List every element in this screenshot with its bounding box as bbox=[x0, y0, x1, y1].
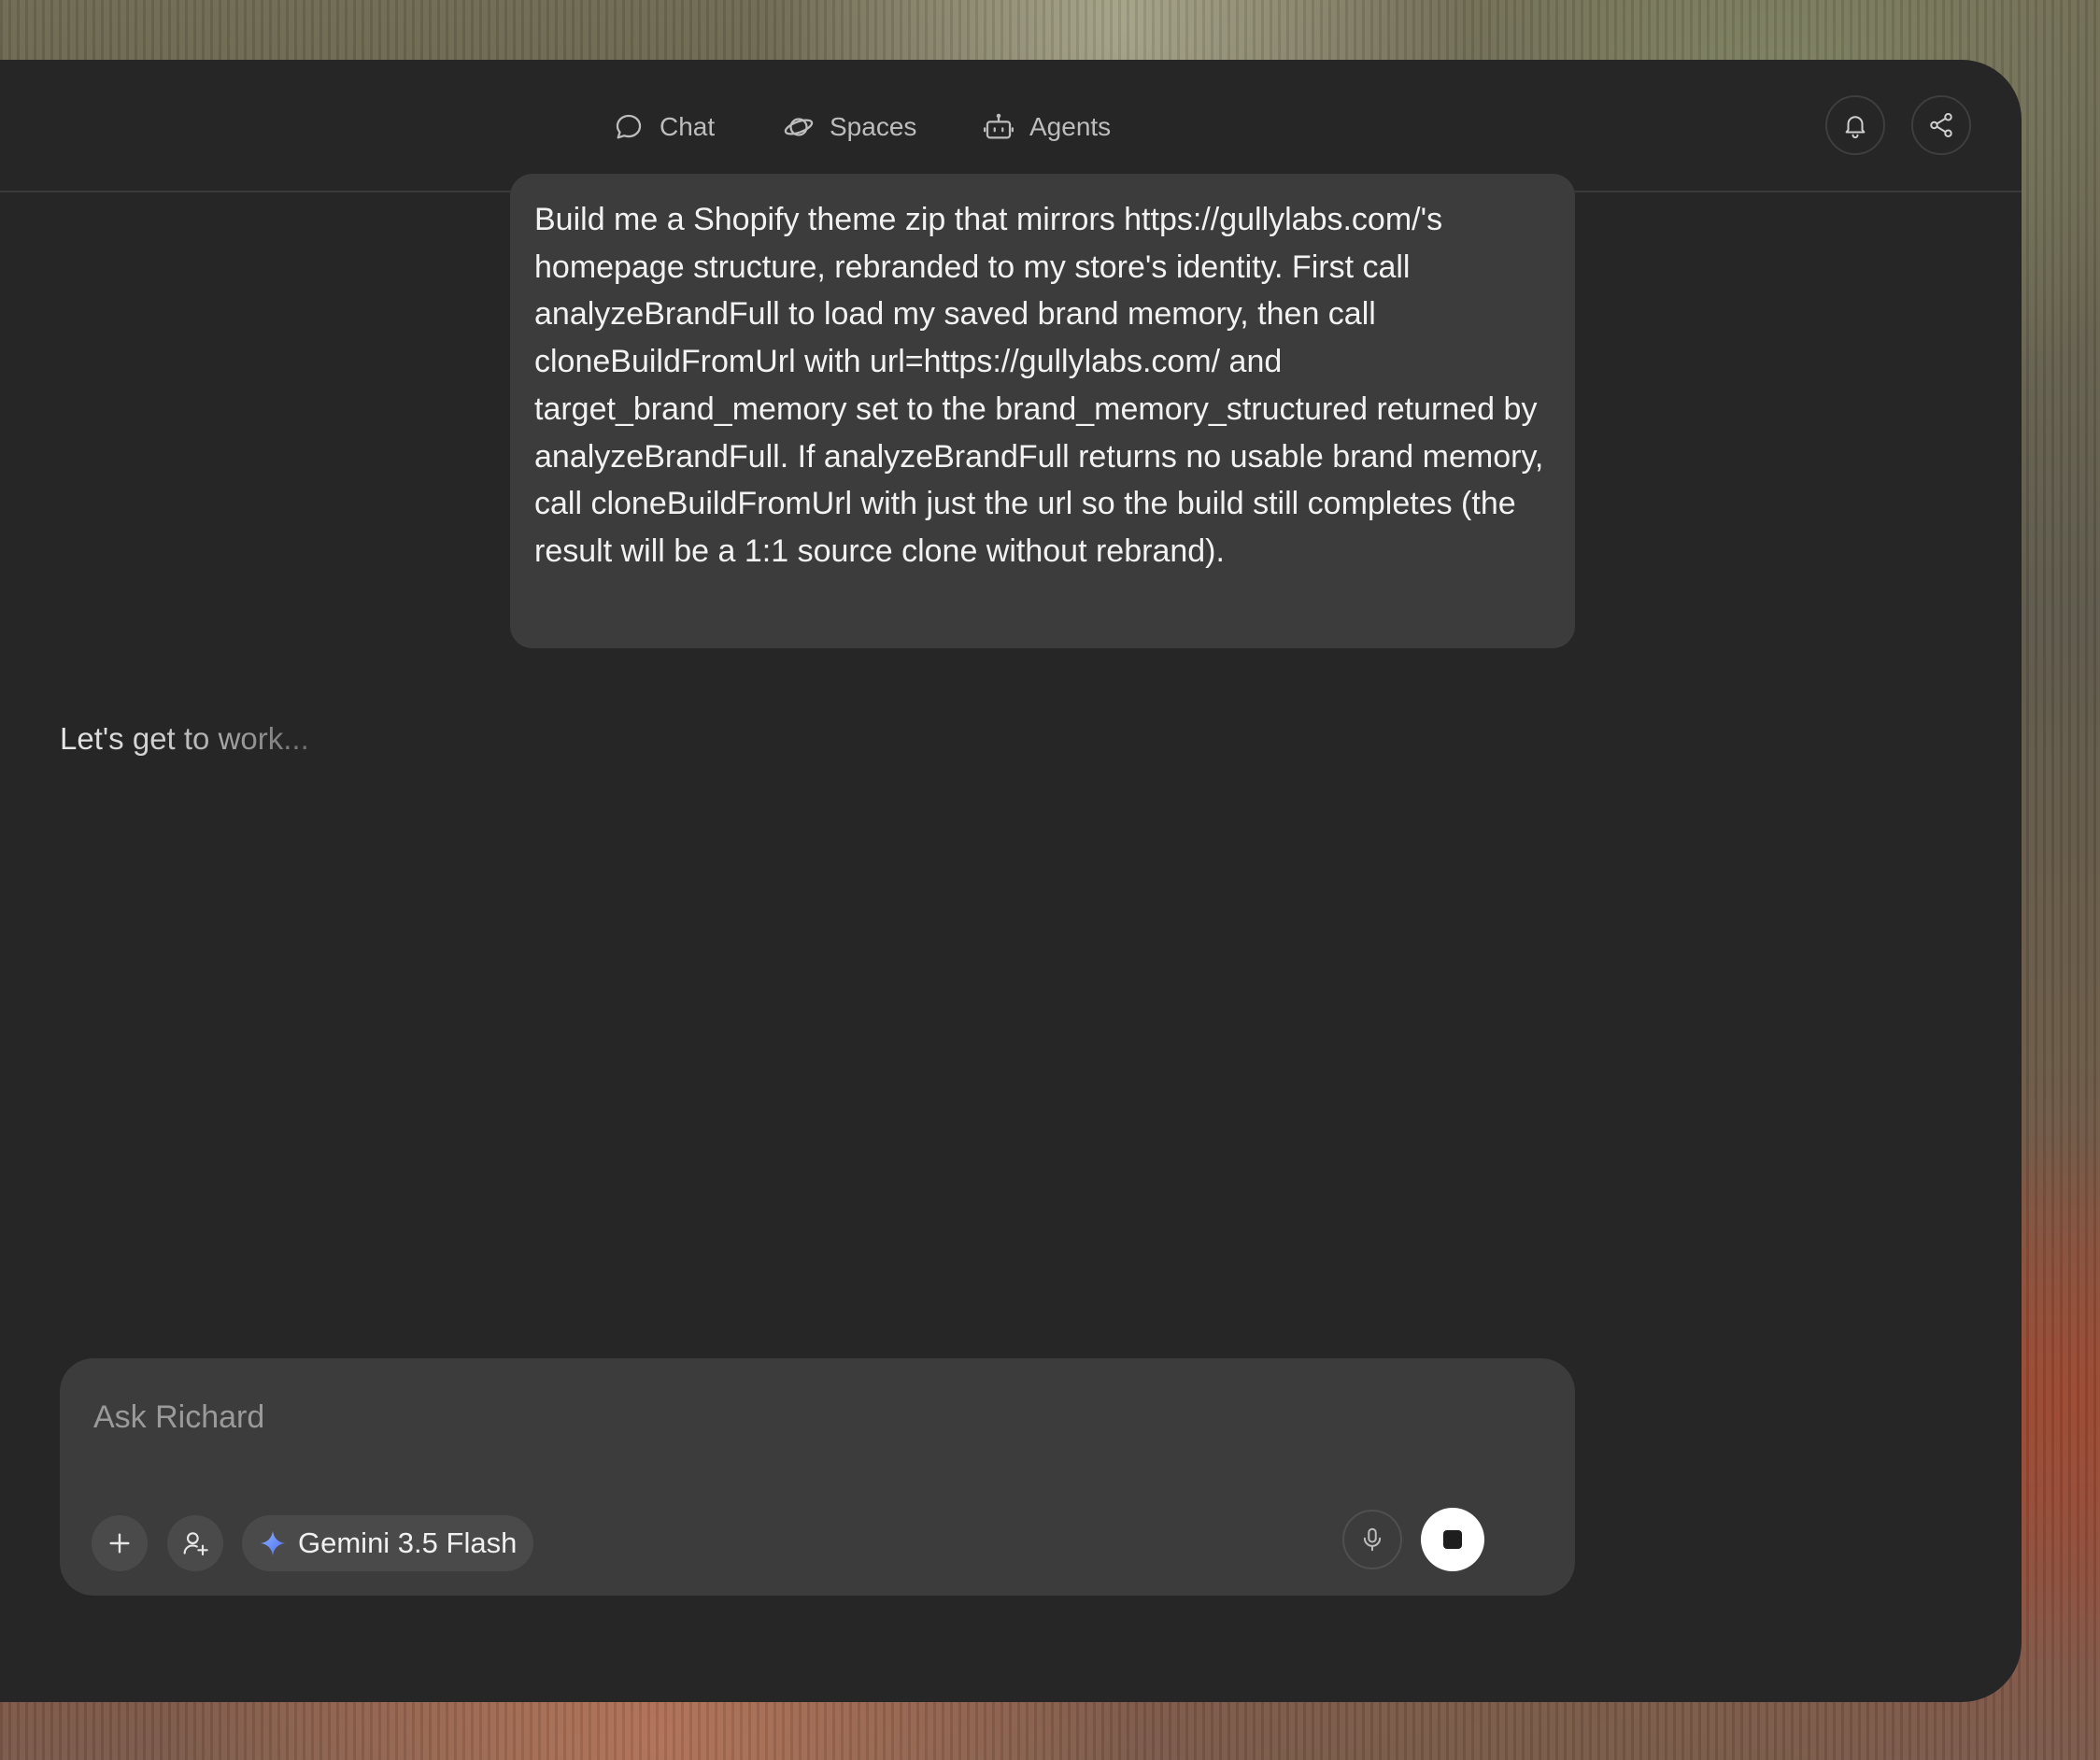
tab-agents[interactable]: Agents bbox=[983, 105, 1111, 149]
top-bar: Chat Spaces Agents bbox=[0, 60, 2022, 192]
share-button[interactable] bbox=[1911, 95, 1971, 155]
bell-icon bbox=[1845, 116, 1866, 139]
robot-icon bbox=[983, 113, 1015, 139]
ask-input[interactable] bbox=[92, 1390, 1403, 1444]
assistant-status-text: Let's get to work... bbox=[60, 721, 309, 756]
share-icon bbox=[1930, 113, 1952, 137]
user-plus-icon bbox=[183, 1532, 208, 1556]
tab-spaces[interactable]: Spaces bbox=[783, 105, 916, 149]
tab-chat[interactable]: Chat bbox=[613, 105, 715, 149]
notifications-button[interactable] bbox=[1825, 95, 1885, 155]
model-selector-label: Gemini 3.5 Flash bbox=[298, 1526, 518, 1559]
stop-generation-button[interactable] bbox=[1421, 1508, 1484, 1571]
tab-agents-label: Agents bbox=[1029, 112, 1112, 141]
tab-spaces-label: Spaces bbox=[830, 112, 917, 141]
voice-input-button[interactable] bbox=[1342, 1510, 1402, 1569]
user-message-text: Build me a Shopify theme zip that mirror… bbox=[534, 202, 1544, 569]
plus-icon bbox=[109, 1533, 130, 1554]
composer: Gemini 3.5 Flash bbox=[60, 1358, 1575, 1596]
planet-icon bbox=[784, 118, 814, 136]
chat-bubble-icon bbox=[616, 114, 642, 139]
microphone-icon bbox=[1363, 1527, 1382, 1552]
tab-chat-label: Chat bbox=[660, 112, 716, 141]
sparkle-icon bbox=[260, 1530, 286, 1556]
model-selector[interactable]: Gemini 3.5 Flash bbox=[242, 1515, 534, 1571]
user-message-bubble: Build me a Shopify theme zip that mirror… bbox=[510, 174, 1575, 648]
stop-icon bbox=[1443, 1530, 1462, 1549]
persona-button[interactable] bbox=[167, 1515, 223, 1571]
add-attachment-button[interactable] bbox=[92, 1515, 148, 1571]
